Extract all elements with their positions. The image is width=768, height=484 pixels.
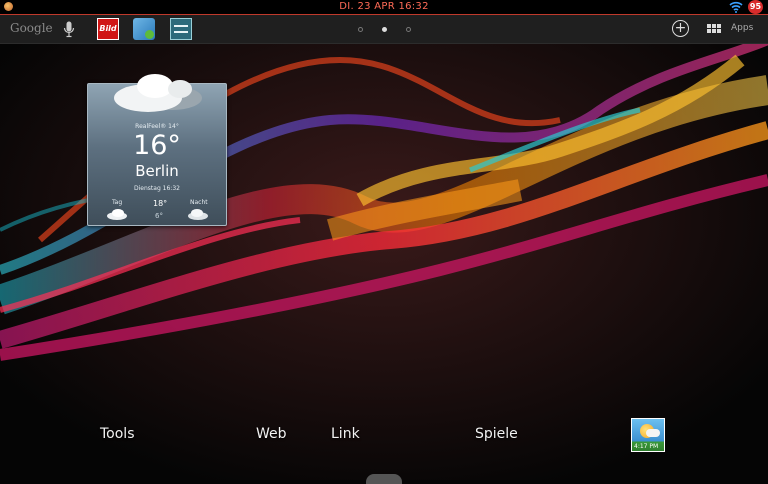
- high-temperature: 18°: [153, 199, 168, 208]
- wifi-icon: [729, 1, 743, 13]
- night-cloud-icon: [188, 209, 208, 220]
- low-temperature: 6°: [155, 212, 163, 220]
- folder-link[interactable]: Link: [331, 426, 360, 442]
- page-indicator-dot: [358, 27, 363, 32]
- day-cloud-icon: [107, 209, 127, 220]
- settings-app-icon[interactable]: [170, 18, 192, 40]
- bild-app-icon[interactable]: Bild: [97, 18, 119, 40]
- gallery-app-icon[interactable]: [133, 18, 155, 40]
- current-temperature: 16°: [133, 130, 181, 161]
- microphone-icon[interactable]: [63, 21, 75, 38]
- page-indicator-dot: [406, 27, 411, 32]
- google-search-button[interactable]: Google: [10, 21, 53, 35]
- app-drawer-handle[interactable]: [366, 474, 402, 484]
- folder-web[interactable]: Web: [256, 426, 287, 442]
- day-label: Tag: [112, 199, 123, 206]
- status-datetime: DI. 23 APR 16:32: [339, 1, 429, 12]
- folder-tools[interactable]: Tools: [100, 426, 135, 442]
- apps-grid-icon[interactable]: [707, 24, 721, 34]
- cloud-icon: [646, 429, 660, 437]
- folder-spiele[interactable]: Spiele: [475, 426, 518, 442]
- status-bar: DI. 23 APR 16:32 95: [0, 0, 768, 15]
- apps-button-label[interactable]: Apps: [731, 23, 753, 33]
- night-label: Nacht: [190, 199, 208, 206]
- page-indicator-dot-active: [382, 27, 387, 32]
- cloud-icon: [114, 74, 202, 112]
- realfeel-text: RealFeel® 14°: [135, 123, 179, 130]
- weather-app-icon[interactable]: 4:17 PM: [631, 418, 665, 452]
- battery-icon: 95: [748, 0, 763, 14]
- city-name: Berlin: [135, 162, 179, 180]
- weather-widget[interactable]: RealFeel® 14° 16° Berlin Dienstag 16:32 …: [87, 74, 227, 226]
- add-icon[interactable]: +: [672, 20, 689, 37]
- weather-app-time: 4:17 PM: [634, 443, 659, 450]
- weather-datetime: Dienstag 16:32: [134, 185, 180, 192]
